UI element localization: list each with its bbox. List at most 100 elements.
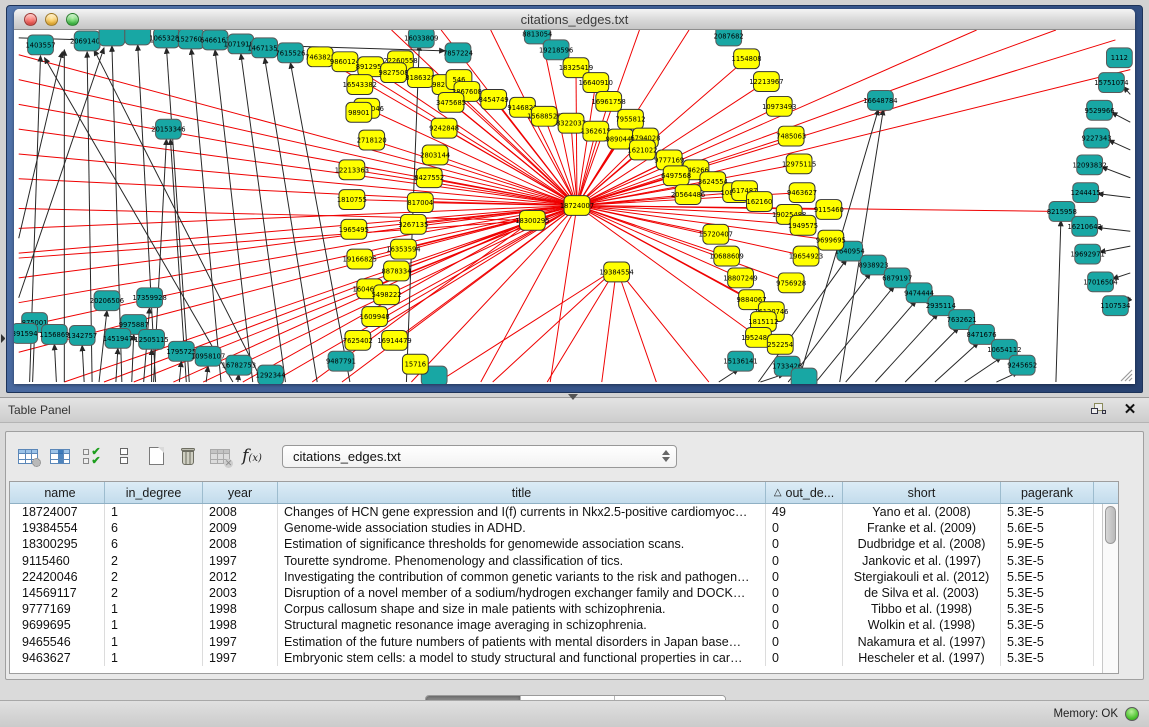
cell-year[interactable]: 1997 <box>203 634 278 650</box>
graph-node-12213363[interactable]: 12213363 <box>335 160 369 180</box>
network-window-titlebar[interactable]: citations_edges.txt <box>14 9 1135 30</box>
graph-node-15720407[interactable]: 15720407 <box>699 224 733 244</box>
graph-node-1156869[interactable]: 1156869 <box>39 325 69 345</box>
close-panel-icon[interactable]: ✕ <box>1121 402 1139 418</box>
delete-table-button[interactable] <box>172 441 204 471</box>
graph-node-3267135[interactable]: 3267135 <box>398 214 428 234</box>
graph-node-16782753[interactable]: 16782753 <box>222 355 256 375</box>
graph-node-15751074[interactable]: 15751074 <box>1094 73 1128 93</box>
zoom-window-button[interactable] <box>66 13 79 26</box>
memory-ok-indicator[interactable] <box>1125 707 1139 721</box>
graph-node-8427552[interactable]: 8427552 <box>414 168 444 188</box>
cell-name[interactable]: 22420046 <box>16 569 105 585</box>
cell-indegree[interactable]: 1 <box>105 650 203 666</box>
graph-node-clipped[interactable] <box>791 368 817 384</box>
cell-name[interactable]: 19384554 <box>16 520 105 536</box>
graph-node-18724007[interactable]: 18724007 <box>560 196 594 216</box>
table-row[interactable]: 1456911722003Disruption of a novel membe… <box>10 585 1102 601</box>
cell-year[interactable]: 2003 <box>203 585 278 601</box>
cell-title[interactable]: Estimation of the future numbers of pati… <box>278 634 766 650</box>
minimize-window-button[interactable] <box>45 13 58 26</box>
cell-short[interactable]: Franke et al. (2009) <box>843 520 1001 536</box>
graph-node-clipped[interactable] <box>99 30 125 46</box>
column-select-button[interactable] <box>44 441 76 471</box>
graph-node-15136141[interactable]: 15136141 <box>723 351 757 371</box>
graph-node-9756928[interactable]: 9756928 <box>776 273 806 293</box>
citation-edge-red[interactable] <box>576 68 577 206</box>
graph-node-1292344[interactable]: 1292344 <box>256 365 286 384</box>
citation-edge-red[interactable] <box>493 268 617 382</box>
graph-node-7625402[interactable]: 7625402 <box>343 330 373 350</box>
table-row[interactable]: 1830029562008Estimation of significance … <box>10 536 1102 552</box>
new-table-button[interactable] <box>140 441 172 471</box>
cell-short[interactable]: Jankovic et al. (1997) <box>843 553 1001 569</box>
cell-pagerank[interactable]: 5.3E-5 <box>1001 553 1094 569</box>
citation-edge-red[interactable] <box>19 206 577 254</box>
graph-node-16648784[interactable]: 16648784 <box>863 90 897 110</box>
cell-outde[interactable]: 0 <box>766 617 843 633</box>
cell-indegree[interactable]: 2 <box>105 585 203 601</box>
cell-outde[interactable]: 0 <box>766 650 843 666</box>
table-selector-dropdown[interactable]: citations_edges.txt <box>282 445 677 468</box>
graph-node-12093832[interactable]: 12093832 <box>1072 155 1106 175</box>
cell-short[interactable]: Tibbo et al. (1998) <box>843 601 1001 617</box>
table-row[interactable]: 977716911998Corpus callosum shape and si… <box>10 601 1102 617</box>
citation-edge-red[interactable] <box>577 30 1056 206</box>
citation-edge-black[interactable] <box>19 48 104 298</box>
citation-edge-black[interactable] <box>54 344 56 382</box>
cell-outde[interactable]: 0 <box>766 569 843 585</box>
cell-year[interactable]: 1997 <box>203 553 278 569</box>
graph-node-10973493[interactable]: 10973493 <box>762 96 796 116</box>
graph-node-8454749[interactable]: 8454749 <box>479 89 509 109</box>
graph-node-20153346[interactable]: 20153346 <box>151 119 185 139</box>
graph-node-1244415[interactable]: 1244415 <box>1071 183 1101 203</box>
graph-node-19166825[interactable]: 19166825 <box>343 249 377 269</box>
import-table-button[interactable]: ✕ <box>204 441 236 471</box>
cell-title[interactable]: Estimation of significance thresholds fo… <box>278 536 766 552</box>
table-row[interactable]: 911546021997Tourette syndrome. Phenomeno… <box>10 553 1102 569</box>
cell-year[interactable]: 1998 <box>203 601 278 617</box>
cell-indegree[interactable]: 1 <box>105 601 203 617</box>
cell-outde[interactable]: 0 <box>766 536 843 552</box>
graph-node-17016504[interactable]: 17016504 <box>1083 272 1117 292</box>
graph-node-252254[interactable]: 252254 <box>767 334 793 354</box>
resize-grip-icon[interactable] <box>1117 366 1133 382</box>
graph-node-1451947[interactable]: 1451947 <box>103 328 133 348</box>
cell-short[interactable]: Nakamura et al. (1997) <box>843 634 1001 650</box>
cell-pagerank[interactable]: 5.9E-5 <box>1001 536 1094 552</box>
cell-year[interactable]: 2008 <box>203 536 278 552</box>
cell-indegree[interactable]: 1 <box>105 617 203 633</box>
cell-pagerank[interactable]: 5.3E-5 <box>1001 585 1094 601</box>
graph-node-1810755[interactable]: 1810755 <box>337 190 367 210</box>
cell-title[interactable]: Embryonic stem cells: a model to study s… <box>278 650 766 666</box>
cell-year[interactable]: 2009 <box>203 520 278 536</box>
graph-node-1949575[interactable]: 1949575 <box>788 215 818 235</box>
cell-indegree[interactable]: 6 <box>105 536 203 552</box>
function-builder-button[interactable]: f(x) <box>236 441 268 471</box>
cell-indegree[interactable]: 1 <box>105 504 203 520</box>
cell-year[interactable]: 2012 <box>203 569 278 585</box>
citation-edge-black[interactable] <box>265 58 318 382</box>
graph-node-12975115[interactable]: 12975115 <box>782 154 816 174</box>
cell-indegree[interactable]: 1 <box>105 634 203 650</box>
citation-edge-red[interactable] <box>411 206 577 383</box>
graph-node-9487791[interactable]: 9487791 <box>326 351 356 371</box>
graph-node-9242848[interactable]: 9242848 <box>429 118 459 138</box>
column-header-year[interactable]: year <box>203 482 278 503</box>
citation-edge-red[interactable] <box>19 154 577 206</box>
graph-node-162160[interactable]: 162160 <box>747 192 773 212</box>
citation-edge-red[interactable] <box>19 104 577 205</box>
graph-node-16640910[interactable]: 16640910 <box>579 73 613 93</box>
cell-year[interactable]: 1998 <box>203 617 278 633</box>
column-header-indegree[interactable]: in_degree <box>105 482 203 503</box>
cell-outde[interactable]: 0 <box>766 520 843 536</box>
cell-pagerank[interactable]: 5.6E-5 <box>1001 520 1094 536</box>
cell-title[interactable]: Changes of HCN gene expression and I(f) … <box>278 504 766 520</box>
column-header-pagerank[interactable]: pagerank <box>1001 482 1094 503</box>
citation-edge-red[interactable] <box>602 268 617 382</box>
graph-node-1609948[interactable]: 1609948 <box>360 307 390 327</box>
citation-edge-red[interactable] <box>577 40 1115 206</box>
cell-name[interactable]: 18300295 <box>16 536 105 552</box>
graph-node-16961758[interactable]: 16961758 <box>592 91 626 111</box>
graph-node-9227343[interactable]: 9227343 <box>1082 128 1112 148</box>
